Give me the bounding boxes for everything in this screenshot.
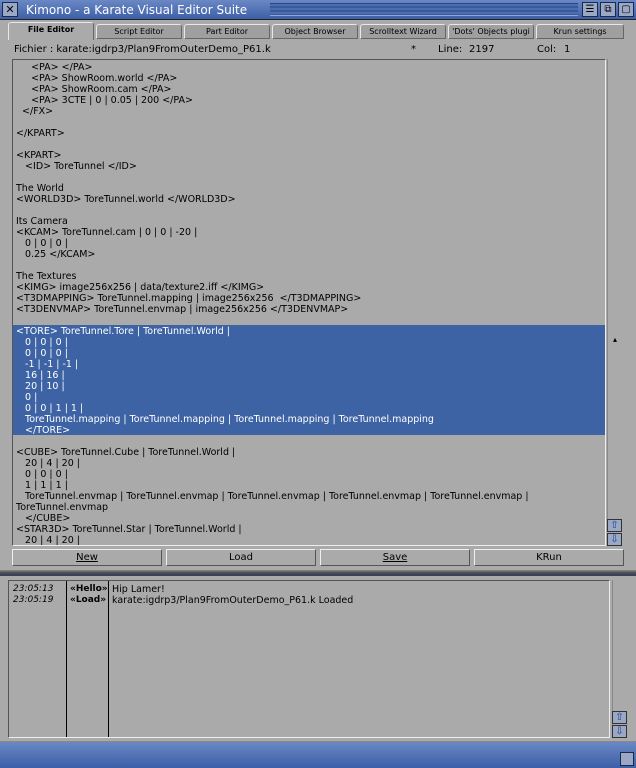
code-line: Its Camera	[16, 216, 68, 227]
code-line: <T3DENVMAP> ToreTunnel.envmap | image256…	[16, 304, 349, 315]
depth-icon[interactable]: ▢	[618, 2, 634, 17]
code-line: </KPART>	[16, 128, 65, 139]
code-line: <KPART>	[16, 150, 62, 161]
code-line: <ID> ToreTunnel </ID>	[16, 161, 137, 172]
new-button[interactable]: New	[12, 549, 162, 566]
code-line: 20 | 4 | 20 |	[16, 535, 80, 546]
app-window: ✕ Kimono - a Karate Visual Editor Suite …	[0, 0, 636, 768]
log-message: Hip Lamer!	[112, 584, 165, 595]
tab-scrolltext-wizard[interactable]: Scrolltext Wizard	[360, 24, 446, 39]
editor-scroll-marker[interactable]: ▴	[607, 336, 623, 344]
log-message: karate:igdrp3/Plan9FromOuterDemo_P61.k L…	[112, 595, 354, 606]
save-button-label: Save	[382, 552, 408, 563]
col-number: 1	[564, 44, 571, 55]
code-line: </FX>	[16, 106, 54, 117]
code-line: 0 | 0 | 0 |	[16, 238, 68, 249]
log-column-divider	[108, 581, 109, 737]
line-label: Line:	[438, 44, 463, 55]
code-line: The Textures	[16, 271, 77, 282]
code-line: 0 | 0 | 0 |	[16, 348, 68, 359]
code-line: <PA> </PA>	[16, 62, 93, 73]
file-path: Fichier : karate:igdrp3/Plan9FromOuterDe…	[14, 44, 271, 55]
code-line: <TORE> ToreTunnel.Tore | ToreTunnel.Worl…	[16, 326, 230, 337]
new-button-label: New	[76, 552, 98, 563]
tab-script-editor[interactable]: Script Editor	[96, 24, 182, 39]
pane-divider[interactable]	[0, 570, 636, 576]
code-line: <STAR3D> ToreTunnel.Star | ToreTunnel.Wo…	[16, 524, 242, 535]
zoom-icon[interactable]: ⧉	[600, 2, 616, 17]
code-line: ToreTunnel.envmap	[16, 502, 109, 513]
code-line: 0 | 0 | 0 |	[16, 337, 68, 348]
tab-file-editor[interactable]: File Editor	[8, 22, 94, 40]
title-bar[interactable]: ✕ Kimono - a Karate Visual Editor Suite …	[0, 0, 636, 20]
code-line: ToreTunnel.mapping | ToreTunnel.mapping …	[16, 414, 434, 425]
text-editor[interactable]: <PA> </PA> <PA> ShowRoom.world </PA> <PA…	[12, 59, 606, 546]
iconify-icon[interactable]: ☰	[582, 2, 598, 17]
window-bottom-border	[0, 741, 636, 768]
code-line: 16 | 16 |	[16, 370, 65, 381]
code-line: </TORE>	[16, 425, 71, 436]
log-time: 23:05:19	[13, 595, 54, 605]
code-line: The World	[16, 183, 64, 194]
code-line: 20 | 4 | 20 |	[16, 458, 80, 469]
resize-icon[interactable]	[620, 752, 634, 766]
code-line: <CUBE> ToreTunnel.Cube | ToreTunnel.Worl…	[16, 447, 236, 458]
log-time: 23:05:13	[13, 584, 54, 594]
editor-scrollbar[interactable]	[607, 59, 623, 519]
code-line: <PA> ShowRoom.cam </PA>	[16, 84, 172, 95]
load-button[interactable]: Load	[166, 549, 316, 566]
code-line: 0 |	[16, 392, 38, 403]
modified-indicator: *	[411, 44, 416, 55]
code-line: 1 | 1 | 1 |	[16, 480, 68, 491]
scroll-down-icon[interactable]: ⇩	[607, 533, 622, 546]
code-line: <KCAM> ToreTunnel.cam | 0 | 0 | -20 |	[16, 227, 198, 238]
tab-dots-objects-plugin[interactable]: 'Dots' Objects plugi	[448, 24, 534, 39]
log-column-divider	[66, 581, 67, 737]
tab-bar: File Editor Script Editor Part Editor Ob…	[4, 22, 632, 40]
code-line: <T3DMAPPING> ToreTunnel.mapping | image2…	[16, 293, 362, 304]
code-line: <KIMG> image256x256 | data/texture2.iff …	[16, 282, 265, 293]
title-bar-pattern	[270, 3, 578, 16]
code-line: 20 | 10 |	[16, 381, 65, 392]
code-line: 0 | 0 | 0 |	[16, 469, 68, 480]
tab-krun-settings[interactable]: Krun settings	[536, 24, 624, 39]
line-number: 2197	[469, 44, 495, 55]
log-tag: «Load»	[70, 595, 107, 605]
krun-button[interactable]: KRun	[474, 549, 624, 566]
code-line: ToreTunnel.envmap | ToreTunnel.envmap | …	[16, 491, 529, 502]
code-line: -1 | -1 | -1 |	[16, 359, 79, 370]
code-line: 0.25 </KCAM>	[16, 249, 96, 260]
code-line: 0 | 0 | 1 | 1 |	[16, 403, 84, 414]
scroll-up-icon[interactable]: ⇧	[607, 519, 622, 532]
code-line: <PA> ShowRoom.world </PA>	[16, 73, 178, 84]
save-button[interactable]: Save	[320, 549, 470, 566]
log-scroll-down-icon[interactable]: ⇩	[612, 725, 627, 738]
tab-object-browser[interactable]: Object Browser	[272, 24, 358, 39]
log-panel: 23:05:13 «Hello» Hip Lamer! 23:05:19 «Lo…	[8, 580, 610, 738]
log-tag: «Hello»	[70, 584, 108, 594]
code-line: <PA> 3CTE | 0 | 0.05 | 200 </PA>	[16, 95, 193, 106]
krun-button-label: KRun	[536, 552, 562, 563]
log-scroll-up-icon[interactable]: ⇧	[612, 711, 627, 724]
code-line: <WORLD3D> ToreTunnel.world </WORLD3D>	[16, 194, 236, 205]
log-scroll-marker[interactable]	[612, 640, 628, 648]
close-icon[interactable]: ✕	[2, 2, 18, 17]
code-line: </CUBE>	[16, 513, 71, 524]
tab-part-editor[interactable]: Part Editor	[184, 24, 270, 39]
load-button-label: Load	[229, 552, 253, 563]
col-label: Col:	[537, 44, 557, 55]
window-title: Kimono - a Karate Visual Editor Suite	[26, 3, 248, 17]
